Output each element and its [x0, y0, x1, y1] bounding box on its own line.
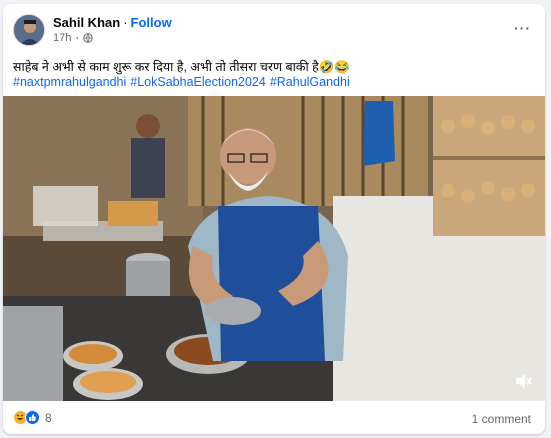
author-line: Sahil Khan · Follow — [53, 15, 172, 30]
post-timestamp[interactable]: 17h — [53, 32, 71, 44]
more-options-button[interactable]: ··· — [514, 20, 531, 36]
post-meta: 17h · — [53, 32, 93, 44]
meta-separator-dot: · — [75, 32, 80, 44]
hashtag-link[interactable]: #LokSabhaElection2024 — [130, 75, 266, 89]
globe-icon — [83, 33, 93, 43]
post-caption: साहेब ने अभी से काम शुरू कर दिया है, अभी… — [13, 60, 350, 74]
video-player[interactable] — [3, 96, 545, 401]
comments-count-link[interactable]: 1 comment — [472, 412, 531, 426]
author-avatar[interactable] — [13, 14, 45, 46]
post-footer: 8 1 comment — [3, 401, 545, 434]
hashtag-link[interactable]: #RahulGandhi — [270, 75, 350, 89]
post-header: Sahil Khan · Follow 17h · ··· — [3, 4, 545, 50]
reactions-summary[interactable]: 8 — [13, 410, 52, 425]
post-card: Sahil Khan · Follow 17h · ··· साहेब ने अभी… — [3, 4, 545, 434]
author-name[interactable]: Sahil Khan — [53, 15, 120, 30]
follow-button[interactable]: Follow — [131, 15, 172, 30]
video-frame — [3, 96, 545, 401]
separator-dot: · — [123, 15, 128, 30]
volume-muted-icon[interactable] — [513, 371, 533, 391]
like-reaction-icon — [25, 410, 40, 425]
reaction-count: 8 — [45, 410, 52, 425]
hashtag-link[interactable]: #naxtpmrahulgandhi — [13, 75, 126, 89]
hashtag-row: #naxtpmrahulgandhi #LokSabhaElection2024… — [13, 75, 350, 89]
